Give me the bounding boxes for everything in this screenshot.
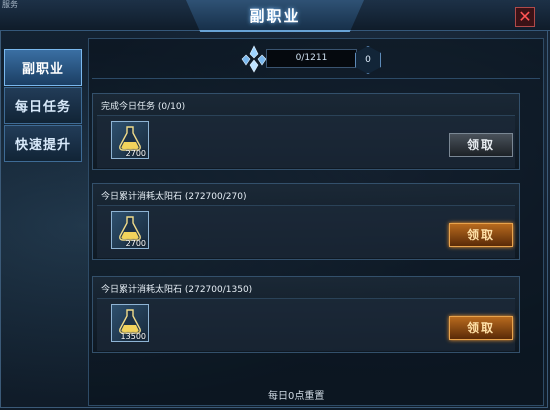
reward-count: 13500 [120, 332, 146, 341]
sidebar-tab-label: 快速提升 [14, 138, 71, 153]
crystal-icon [241, 45, 267, 73]
sidebar-tab-side-job[interactable]: 副职业 [4, 49, 82, 86]
close-button[interactable]: ✕ [515, 7, 535, 27]
reward-count: 2700 [125, 149, 146, 158]
window-title: 副职业 [249, 7, 301, 25]
claim-button[interactable]: 领取 [449, 316, 513, 340]
flask-icon [119, 309, 141, 334]
task-body: 2700 领取 [97, 115, 515, 168]
claim-button[interactable]: 领取 [449, 133, 513, 157]
task-card: 今日累计消耗太阳石 (272700/270) 2700 领取 [92, 183, 520, 260]
task-card: 今日累计消耗太阳石 (272700/1350) 13500 领取 [92, 276, 520, 353]
corner-label: 服务 [2, 0, 18, 9]
reward-count: 2700 [125, 239, 146, 248]
sidebar-tab-label: 每日任务 [14, 100, 71, 115]
task-title: 今日累计消耗太阳石 (272700/270) [101, 192, 247, 202]
task-body: 2700 领取 [97, 205, 515, 258]
reward-item[interactable]: 2700 [111, 121, 149, 159]
task-title: 完成今日任务 (0/10) [101, 102, 186, 112]
task-body: 13500 领取 [97, 298, 515, 351]
close-icon: ✕ [518, 7, 532, 26]
flask-icon [119, 216, 141, 241]
sidebar-tab-label: 副职业 [21, 62, 64, 77]
reset-note: 每日0点重置 [268, 391, 325, 402]
reward-item[interactable]: 2700 [111, 211, 149, 249]
sidebar-tab-daily-tasks[interactable]: 每日任务 [4, 87, 82, 124]
progress-value: 0/1211 [266, 49, 357, 68]
sidebar-tab-quick-boost[interactable]: 快速提升 [4, 125, 82, 162]
flask-icon [119, 126, 141, 151]
divider [92, 78, 540, 79]
claim-button[interactable]: 领取 [449, 223, 513, 247]
reward-item[interactable]: 13500 [111, 304, 149, 342]
task-card: 完成今日任务 (0/10) 2700 领取 [92, 93, 520, 170]
task-title: 今日累计消耗太阳石 (272700/1350) [101, 285, 253, 295]
